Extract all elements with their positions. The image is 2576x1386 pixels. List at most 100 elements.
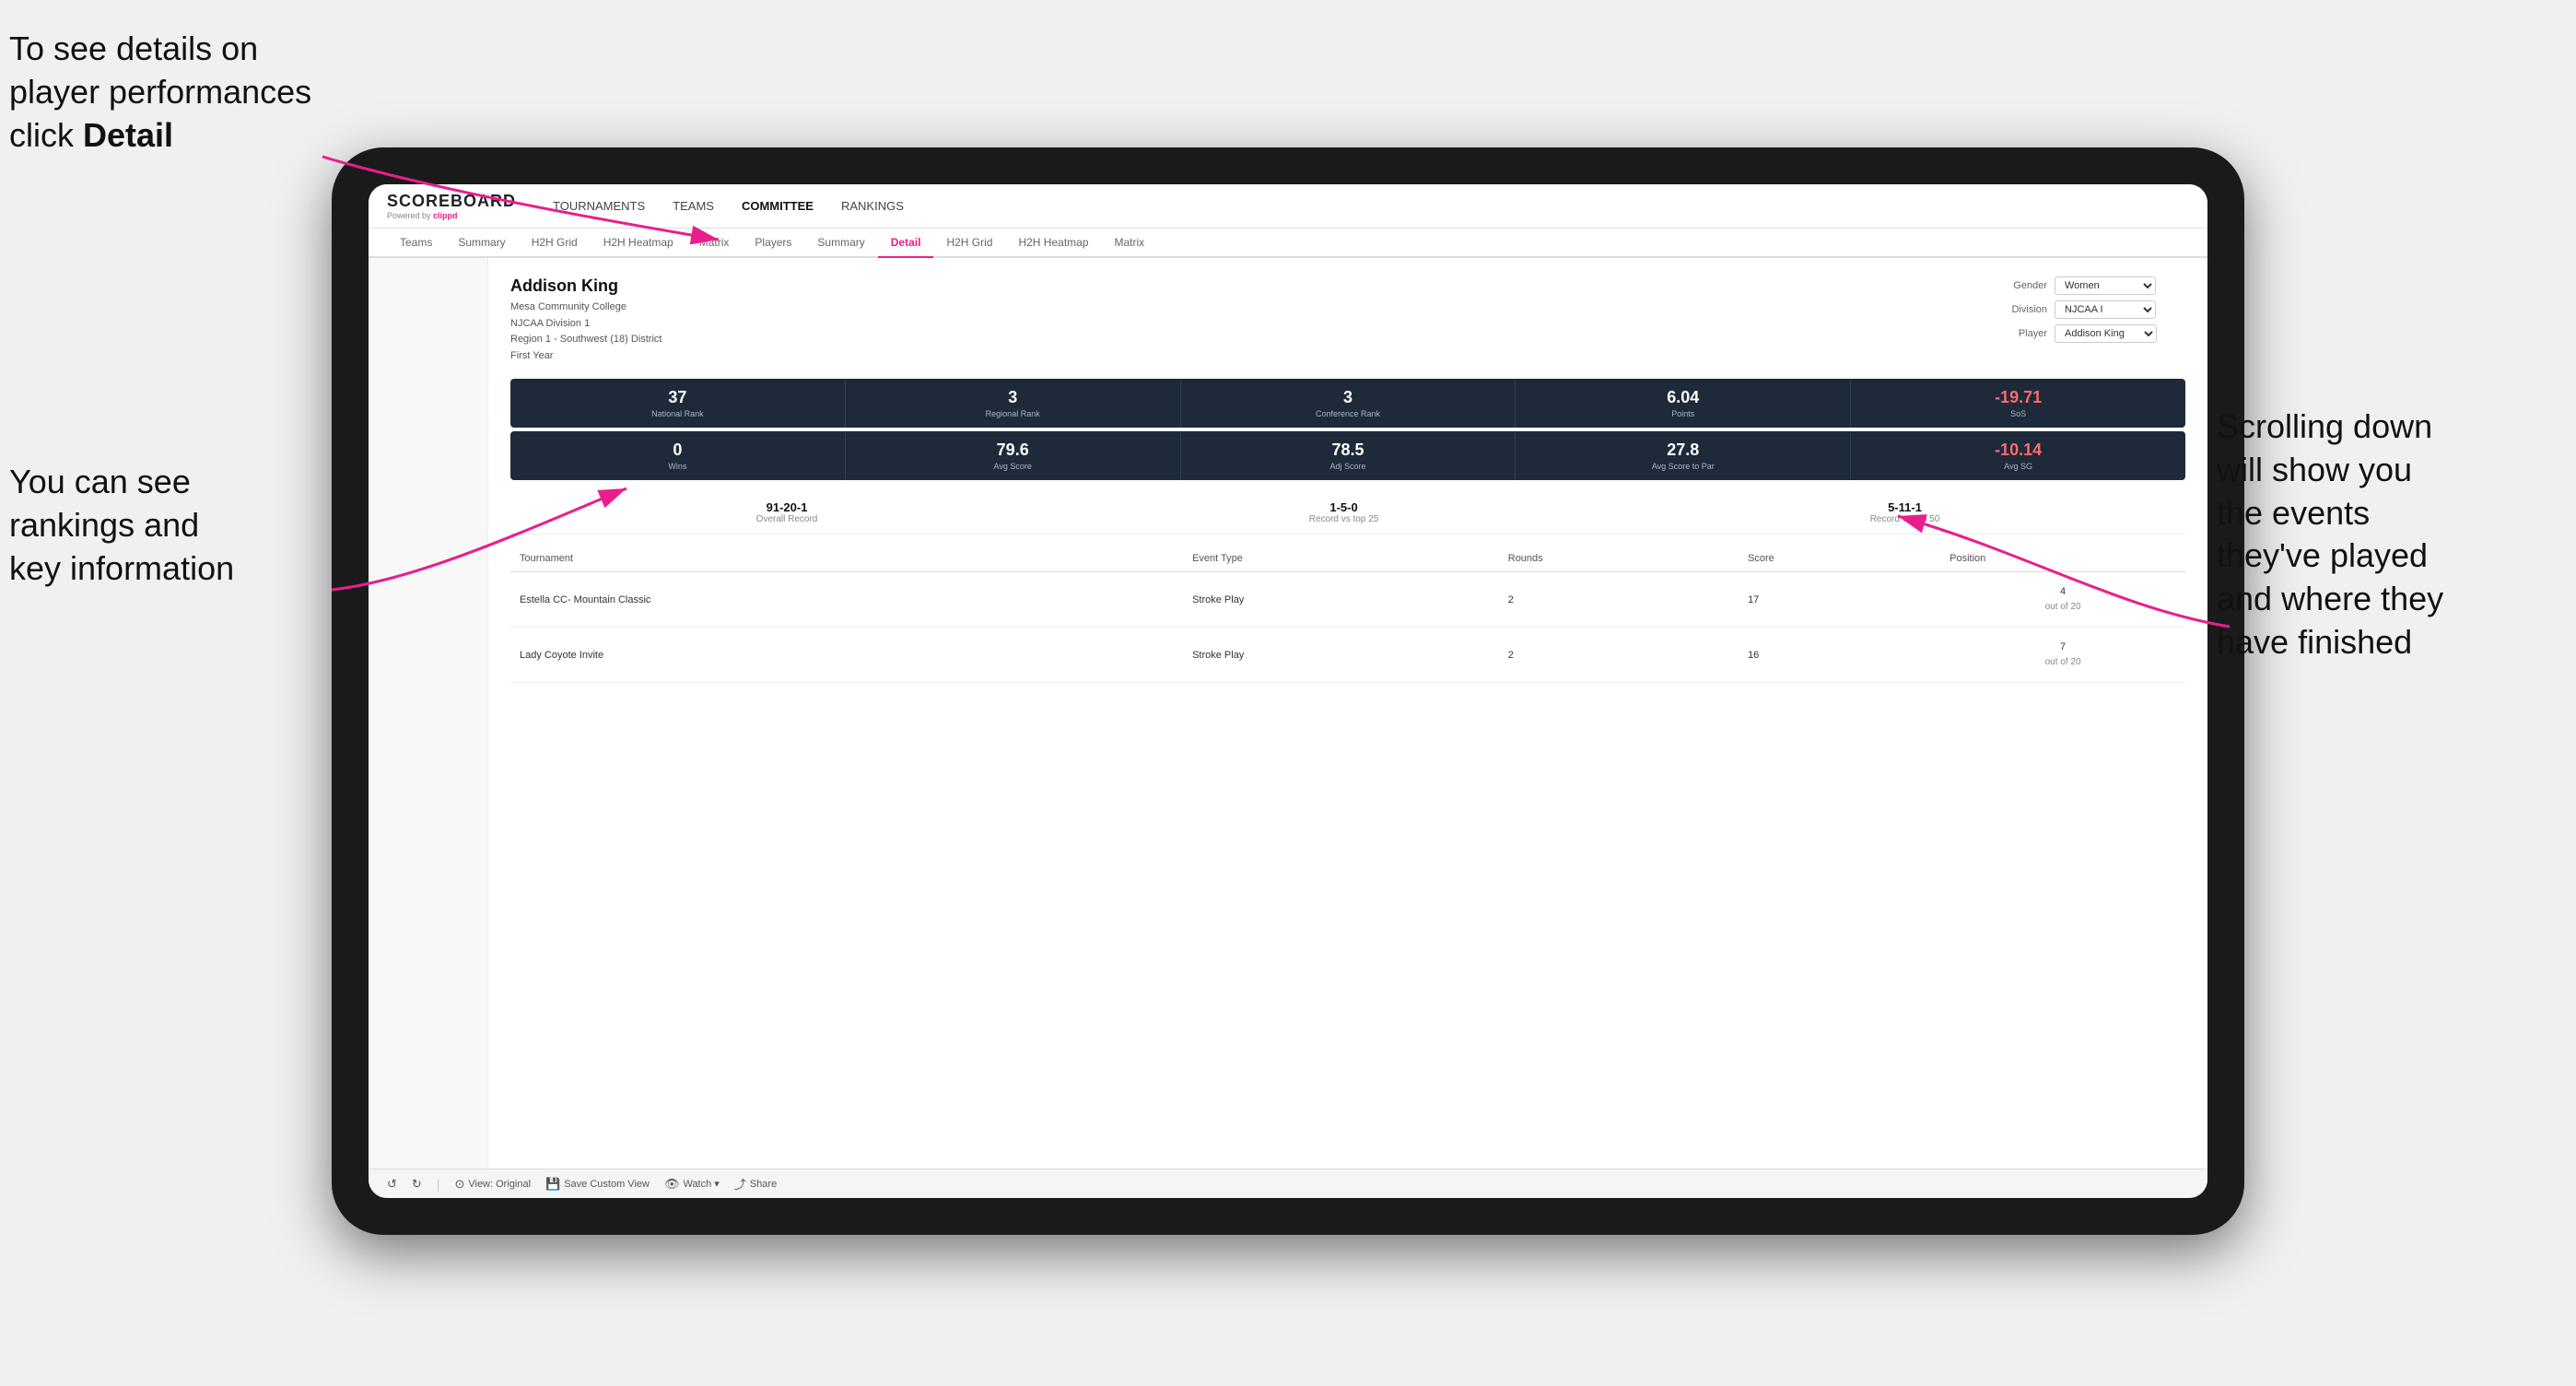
event-type-2: Stroke Play [1183, 628, 1499, 683]
records-row: 91-20-1 Overall Record 1-5-0 Record vs t… [510, 491, 2185, 534]
player-select[interactable]: Addison King [2055, 324, 2157, 343]
subnav-h2h-heatmap[interactable]: H2H Heatmap [591, 229, 686, 258]
nav-rankings[interactable]: RANKINGS [841, 195, 904, 217]
division-select[interactable]: NJCAA I NJCAA II [2055, 300, 2156, 319]
subnav-detail[interactable]: Detail [878, 229, 934, 258]
toolbar-save-custom[interactable]: 💾 Save Custom View [545, 1177, 650, 1192]
player-info: Addison King Mesa Community College NJCA… [510, 276, 662, 364]
toolbar-view-original[interactable]: ⊙ View: Original [454, 1177, 531, 1192]
col-event-type: Event Type [1183, 546, 1499, 572]
stat-conference-rank-value: 3 [1187, 388, 1510, 407]
record-top50-label: Record vs top 50 [1870, 514, 1940, 524]
subnav-h2h-heatmap2[interactable]: H2H Heatmap [1005, 229, 1101, 258]
gender-select[interactable]: Women Men [2055, 276, 2156, 295]
nav-tournaments[interactable]: TOURNAMENTS [553, 195, 645, 217]
tournament-table: Tournament Event Type Rounds Score Posit… [510, 546, 2185, 683]
watch-icon: 👁 [664, 1177, 680, 1192]
player-header: Addison King Mesa Community College NJCA… [510, 276, 2185, 364]
stat-national-rank-label: National Rank [516, 409, 839, 418]
stat-conference-rank-label: Conference Rank [1187, 409, 1510, 418]
record-top50: 5-11-1 Record vs top 50 [1870, 500, 1940, 524]
player-label: Player [2001, 328, 2047, 339]
toolbar-watch-label: Watch ▾ [683, 1178, 719, 1190]
stat-regional-rank-label: Regional Rank [851, 409, 1175, 418]
stat-adj-score-label: Adj Score [1187, 462, 1510, 471]
score-2: 16 [1739, 628, 1940, 683]
record-top50-value: 5-11-1 [1870, 500, 1940, 514]
stat-sos: -19.71 SoS [1851, 379, 2185, 428]
position-1: 4out of 20 [1940, 572, 2185, 628]
player-college: Mesa Community College [510, 300, 662, 316]
stat-avg-sg-value: -10.14 [1856, 440, 2180, 460]
stat-avg-score-value: 79.6 [851, 440, 1175, 460]
col-score: Score [1739, 546, 1940, 572]
bottom-toolbar: ↺ ↻ | ⊙ View: Original 💾 Save Custom Vie… [369, 1169, 2207, 1198]
toolbar-save-label: Save Custom View [564, 1179, 650, 1190]
stat-avg-score-par: 27.8 Avg Score to Par [1516, 431, 1851, 480]
stat-regional-rank-value: 3 [851, 388, 1175, 407]
save-icon: 💾 [545, 1177, 560, 1192]
toolbar-redo[interactable]: ↻ [412, 1177, 422, 1192]
stat-sos-value: -19.71 [1856, 388, 2180, 407]
record-overall-label: Overall Record [756, 514, 818, 524]
subnav-matrix2[interactable]: Matrix [1102, 229, 1158, 258]
record-top25-label: Record vs top 25 [1309, 514, 1379, 524]
event-type-1: Stroke Play [1183, 572, 1499, 628]
stat-avg-sg: -10.14 Avg SG [1851, 431, 2185, 480]
record-top25: 1-5-0 Record vs top 25 [1309, 500, 1379, 524]
redo-icon: ↻ [412, 1177, 422, 1192]
sub-nav: Teams Summary H2H Grid H2H Heatmap Matri… [369, 229, 2207, 258]
rounds-1: 2 [1499, 572, 1739, 628]
tablet-frame: SCOREBOARD Powered by clippd TOURNAMENTS… [332, 147, 2244, 1235]
rounds-2: 2 [1499, 628, 1739, 683]
stat-wins-value: 0 [516, 440, 839, 460]
table-row: Estella CC- Mountain Classic Stroke Play… [510, 572, 2185, 628]
division-label: Division [2001, 304, 2047, 315]
score-1: 17 [1739, 572, 1940, 628]
tournament-name-2: Lady Coyote Invite [510, 628, 1183, 683]
record-overall: 91-20-1 Overall Record [756, 500, 818, 524]
stat-national-rank-value: 37 [516, 388, 839, 407]
subnav-matrix[interactable]: Matrix [686, 229, 743, 258]
annotation-bottom-left: You can see rankings and key information [9, 461, 322, 590]
subnav-h2h-grid[interactable]: H2H Grid [519, 229, 591, 258]
toolbar-share-label: Share [750, 1179, 777, 1190]
toolbar-undo[interactable]: ↺ [387, 1177, 397, 1192]
stats-bar-2: 0 Wins 79.6 Avg Score 78.5 Adj Score 27.… [510, 431, 2185, 480]
toolbar-share[interactable]: ⤴ Share [734, 1175, 777, 1192]
stat-points-value: 6.04 [1521, 388, 1844, 407]
annotation-top-left: To see details on player performances cl… [9, 28, 322, 157]
logo-powered: Powered by clippd [387, 211, 516, 220]
stat-national-rank: 37 National Rank [510, 379, 846, 428]
stat-wins-label: Wins [516, 462, 839, 471]
player-detail: Addison King Mesa Community College NJCA… [488, 258, 2207, 1169]
view-icon: ⊙ [454, 1177, 464, 1192]
stat-avg-score-par-value: 27.8 [1521, 440, 1844, 460]
subnav-summary2[interactable]: Summary [804, 229, 877, 258]
subnav-h2h-grid2[interactable]: H2H Grid [933, 229, 1005, 258]
stat-sos-label: SoS [1856, 409, 2180, 418]
toolbar-view-label: View: Original [468, 1179, 531, 1190]
nav-teams[interactable]: TEAMS [673, 195, 714, 217]
player-region: Region 1 - Southwest (18) District [510, 332, 662, 348]
tournament-name-1: Estella CC- Mountain Classic [510, 572, 1183, 628]
division-row: Division NJCAA I NJCAA II [2001, 300, 2185, 319]
stat-adj-score: 78.5 Adj Score [1181, 431, 1516, 480]
toolbar-watch[interactable]: 👁 Watch ▾ [664, 1177, 720, 1192]
col-rounds: Rounds [1499, 546, 1739, 572]
record-top25-value: 1-5-0 [1309, 500, 1379, 514]
gender-label: Gender [2001, 280, 2047, 291]
undo-icon: ↺ [387, 1177, 397, 1192]
subnav-players[interactable]: Players [742, 229, 804, 258]
stat-avg-score-label: Avg Score [851, 462, 1175, 471]
annotation-right: Scrolling down will show you the events … [2217, 405, 2567, 664]
player-selectors: Gender Women Men Division NJCAA I NJCAA … [2001, 276, 2185, 343]
share-icon: ⤴ [734, 1175, 746, 1192]
col-position: Position [1940, 546, 2185, 572]
subnav-teams[interactable]: Teams [387, 229, 445, 258]
tablet-screen: SCOREBOARD Powered by clippd TOURNAMENTS… [369, 184, 2207, 1198]
stat-wins: 0 Wins [510, 431, 846, 480]
subnav-summary[interactable]: Summary [445, 229, 518, 258]
logo-area: SCOREBOARD Powered by clippd [387, 192, 516, 220]
nav-committee[interactable]: COMMITTEE [742, 195, 814, 217]
